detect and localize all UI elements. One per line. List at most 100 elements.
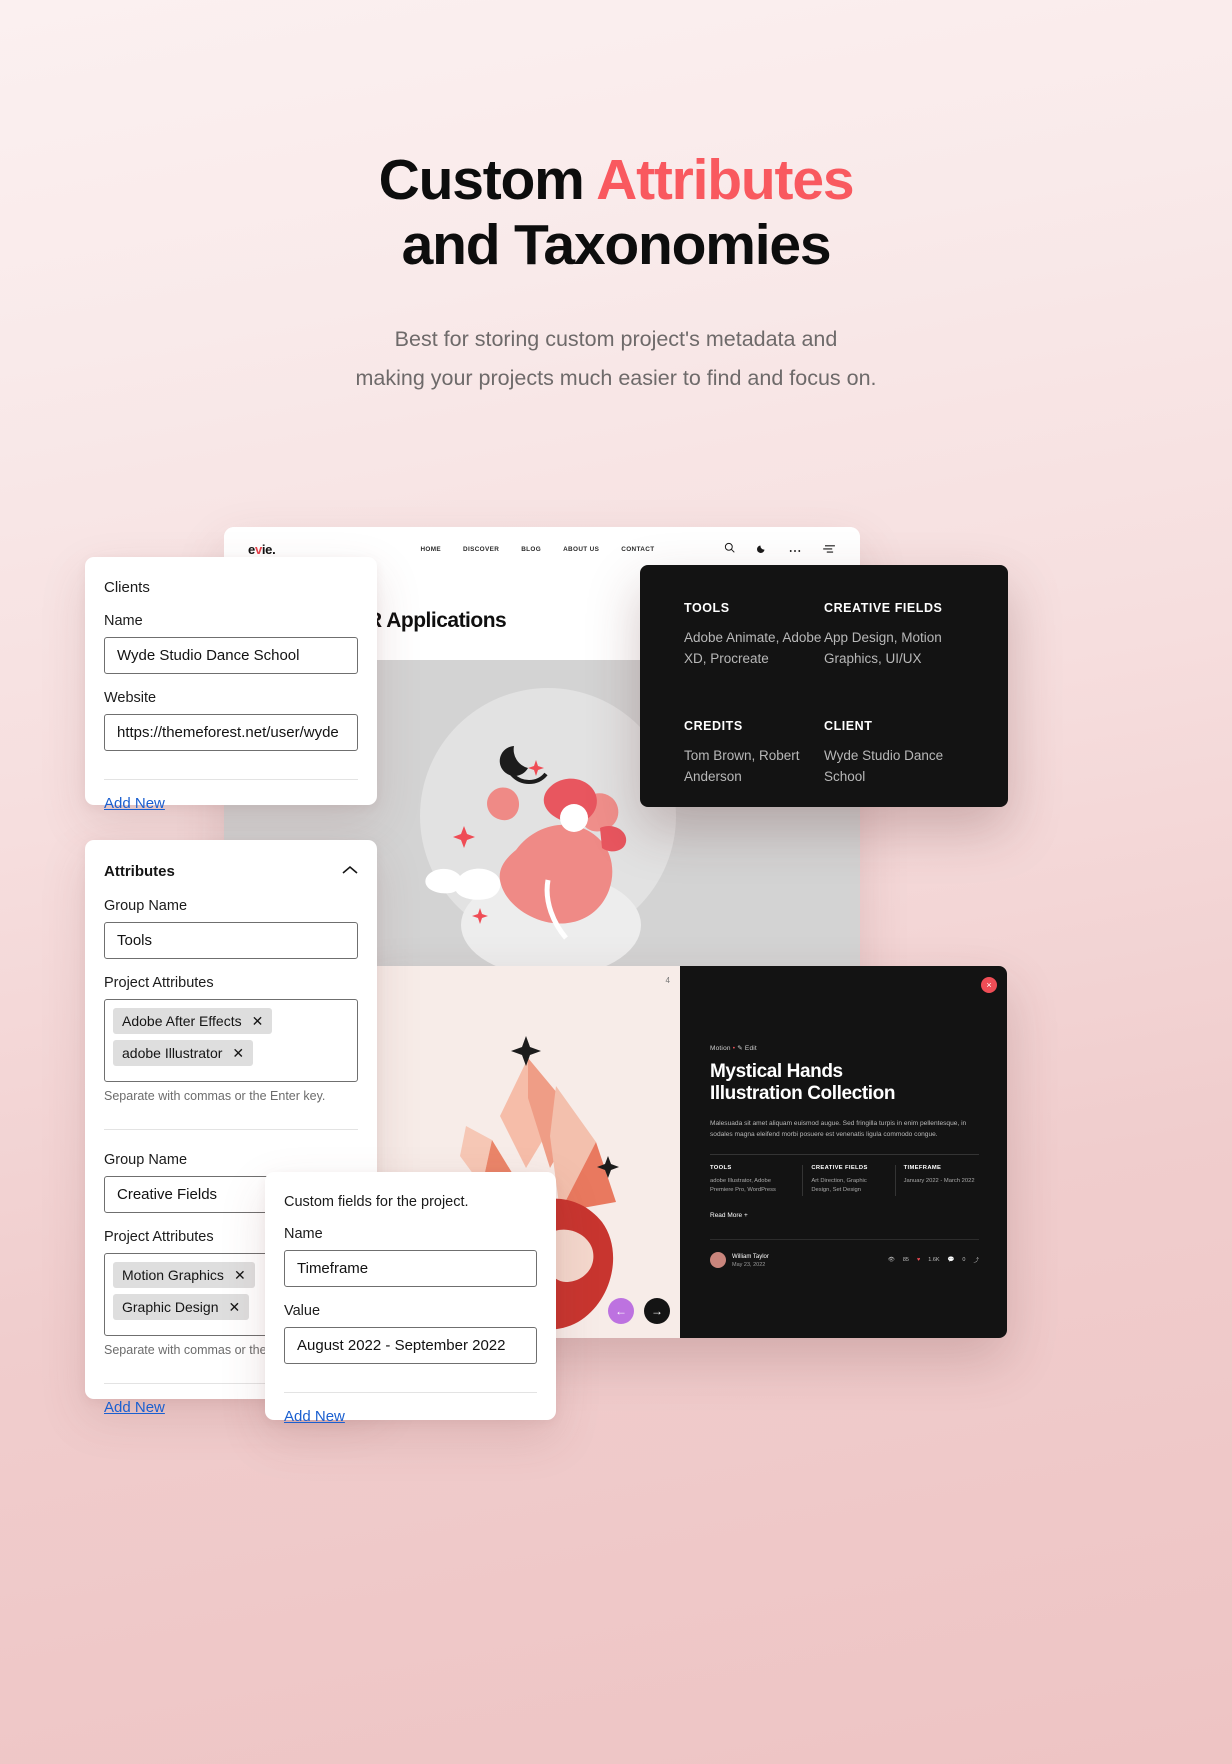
nav-item-discover[interactable]: DISCOVER <box>463 546 499 553</box>
share-icon[interactable]: ⤴ <box>973 1256 979 1264</box>
plus-icon: + <box>743 1212 748 1219</box>
client-website-label: Website <box>104 690 157 706</box>
nav-item-about-us[interactable]: ABOUT US <box>563 546 599 553</box>
site-header-icons <box>724 540 836 558</box>
attribute-tag[interactable]: Motion Graphics ✕ <box>113 1262 255 1288</box>
page-title-accent: Attributes <box>596 148 854 212</box>
attribute-tag-label: adobe Illustrator <box>122 1045 223 1061</box>
group-name-label-1: Group Name <box>104 898 188 914</box>
close-icon[interactable]: × <box>981 977 997 993</box>
attribute-tag-label: Motion Graphics <box>122 1267 224 1283</box>
attribute-group-tools: Group Name Project Attributes Adobe Afte… <box>104 898 358 1103</box>
custom-fields-card: Custom fields for the project. Name Valu… <box>265 1172 556 1425</box>
attribute-tag[interactable]: Adobe After Effects ✕ <box>113 1008 273 1034</box>
remove-tag-icon[interactable]: ✕ <box>229 1300 241 1314</box>
attributes-hint-1: Separate with commas or the Enter key. <box>104 1089 326 1103</box>
views-count: 85 <box>902 1257 909 1263</box>
portfolio-meta-value-timeframe: January 2022 - March 2022 <box>903 1177 975 1184</box>
breadcrumb: Motion • ✎ Edit <box>710 1044 979 1052</box>
portfolio-meta-value-creative-fields: Art Direction, Graphic Design, Set Desig… <box>811 1177 867 1194</box>
meta-heading-credits: CREDITS <box>684 719 743 734</box>
search-icon[interactable] <box>724 540 735 558</box>
nav-item-home[interactable]: HOME <box>420 546 441 553</box>
carousel-nav: ← → <box>608 1298 670 1324</box>
logo-post: ie. <box>261 541 276 557</box>
attribute-tag[interactable]: adobe Illustrator ✕ <box>113 1040 254 1066</box>
client-name-label: Name <box>104 613 143 629</box>
page-number: 4 <box>665 976 670 985</box>
page-subtitle-line1: Best for storing custom project's metada… <box>394 326 838 351</box>
attribute-tag-label: Graphic Design <box>122 1299 219 1315</box>
client-name-input[interactable] <box>104 637 358 674</box>
logo-accent: v <box>254 541 262 557</box>
site-logo[interactable]: evie. <box>248 541 276 557</box>
site-nav: HOME DISCOVER BLOG ABOUT US CONTACT <box>420 546 654 553</box>
engagement-stats: 👁 85 ♥ 1.6K 💬 0 ⤴ <box>888 1256 979 1264</box>
meta-value-client: Wyde Studio Dance School <box>824 748 944 784</box>
comments-icon[interactable]: 💬 <box>948 1257 955 1263</box>
project-attributes-input-1[interactable]: Adobe After Effects ✕ adobe Illustrator ✕ <box>104 999 358 1082</box>
read-more-link[interactable]: Read More + <box>710 1212 979 1219</box>
group-name-label-2: Group Name <box>104 1152 188 1168</box>
chevron-up-icon[interactable] <box>342 862 358 880</box>
moon-icon[interactable] <box>757 540 767 558</box>
custom-field-value-label: Value <box>284 1303 321 1319</box>
meta-block-creative-fields: CREATIVE FIELDS App Design, Motion Graph… <box>824 601 964 669</box>
portfolio-title-line2: Illustration Collection <box>710 1083 896 1105</box>
attributes-add-new-link[interactable]: Add New <box>104 1399 165 1416</box>
author-name: William Taylor <box>732 1253 769 1260</box>
project-meta-panel: TOOLS Adobe Animate, Adobe XD, Procreate… <box>640 565 1008 807</box>
remove-tag-icon[interactable]: ✕ <box>234 1268 246 1282</box>
portfolio-meta-heading-tools: TOOLS <box>710 1164 732 1171</box>
edit-icon[interactable]: ✎ <box>737 1045 743 1052</box>
meta-block-client: CLIENT Wyde Studio Dance School <box>824 719 964 787</box>
breadcrumb-edit[interactable]: Edit <box>745 1045 757 1052</box>
views-icon: 👁 <box>887 1257 895 1263</box>
client-website-input[interactable] <box>104 714 358 751</box>
logo-pre: e <box>248 541 255 557</box>
meta-block-credits: CREDITS Tom Brown, Robert Anderson <box>684 719 824 787</box>
more-icon[interactable] <box>789 540 801 558</box>
likes-count: 1.6K <box>928 1257 940 1263</box>
likes-icon[interactable]: ♥ <box>917 1257 920 1263</box>
page-title: Custom Attributes and Taxonomies <box>0 148 1232 278</box>
custom-field-value-input[interactable] <box>284 1327 537 1364</box>
meta-value-credits: Tom Brown, Robert Anderson <box>684 748 800 784</box>
meta-heading-creative-fields: CREATIVE FIELDS <box>824 601 943 615</box>
portfolio-meta-tools: TOOLS adobe Illustrator, Adobe Premiere … <box>710 1165 794 1196</box>
nav-item-contact[interactable]: CONTACT <box>621 546 654 553</box>
project-attributes-label-1: Project Attributes <box>104 975 214 991</box>
clients-add-new-link[interactable]: Add New <box>104 795 165 812</box>
filter-icon[interactable] <box>823 540 836 558</box>
attributes-card-header[interactable]: Attributes <box>104 862 358 880</box>
breadcrumb-separator: • <box>732 1045 736 1052</box>
avatar <box>710 1252 726 1268</box>
custom-fields-add-new-link[interactable]: Add New <box>284 1408 345 1425</box>
portfolio-meta-heading-timeframe: TIMEFRAME <box>903 1164 942 1171</box>
next-button[interactable]: → <box>644 1298 670 1324</box>
page-title-part2: and Taxonomies <box>401 212 832 277</box>
hero-section: Custom Attributes and Taxonomies Best fo… <box>0 0 1232 398</box>
attributes-card-title: Attributes <box>104 862 175 880</box>
clients-card-title: Clients <box>104 579 150 596</box>
portfolio-title-line1: Mystical Hands <box>710 1061 843 1082</box>
nav-item-blog[interactable]: BLOG <box>521 546 541 553</box>
page-subtitle-line2: making your projects much easier to find… <box>355 366 877 391</box>
remove-tag-icon[interactable]: ✕ <box>252 1014 264 1028</box>
meta-heading-client: CLIENT <box>824 719 873 734</box>
portfolio-meta-grid: TOOLS adobe Illustrator, Adobe Premiere … <box>710 1153 979 1196</box>
attribute-tag[interactable]: Graphic Design ✕ <box>113 1294 250 1320</box>
portfolio-meta-creative-fields: CREATIVE FIELDS Art Direction, Graphic D… <box>802 1164 886 1196</box>
meta-value-creative-fields: App Design, Motion Graphics, UI/UX <box>824 630 942 666</box>
custom-field-name-input[interactable] <box>284 1250 537 1287</box>
breadcrumb-category[interactable]: Motion <box>710 1045 731 1052</box>
author-row: William Taylor May 23, 2022 👁 85 ♥ 1.6K 💬 0… <box>710 1239 979 1268</box>
author-date: May 23, 2022 <box>732 1261 766 1268</box>
prev-button[interactable]: ← <box>608 1298 634 1324</box>
portfolio-description: Malesuada sit amet aliquam euismod augue… <box>710 1119 967 1139</box>
portfolio-detail-panel: × Motion • ✎ Edit Mystical Hands Illustr… <box>680 966 1007 1338</box>
remove-tag-icon[interactable]: ✕ <box>232 1046 244 1060</box>
group-name-input-1[interactable] <box>104 922 358 959</box>
portfolio-meta-timeframe: TIMEFRAME January 2022 - March 2022 <box>894 1164 979 1196</box>
custom-field-name-label: Name <box>284 1226 323 1242</box>
